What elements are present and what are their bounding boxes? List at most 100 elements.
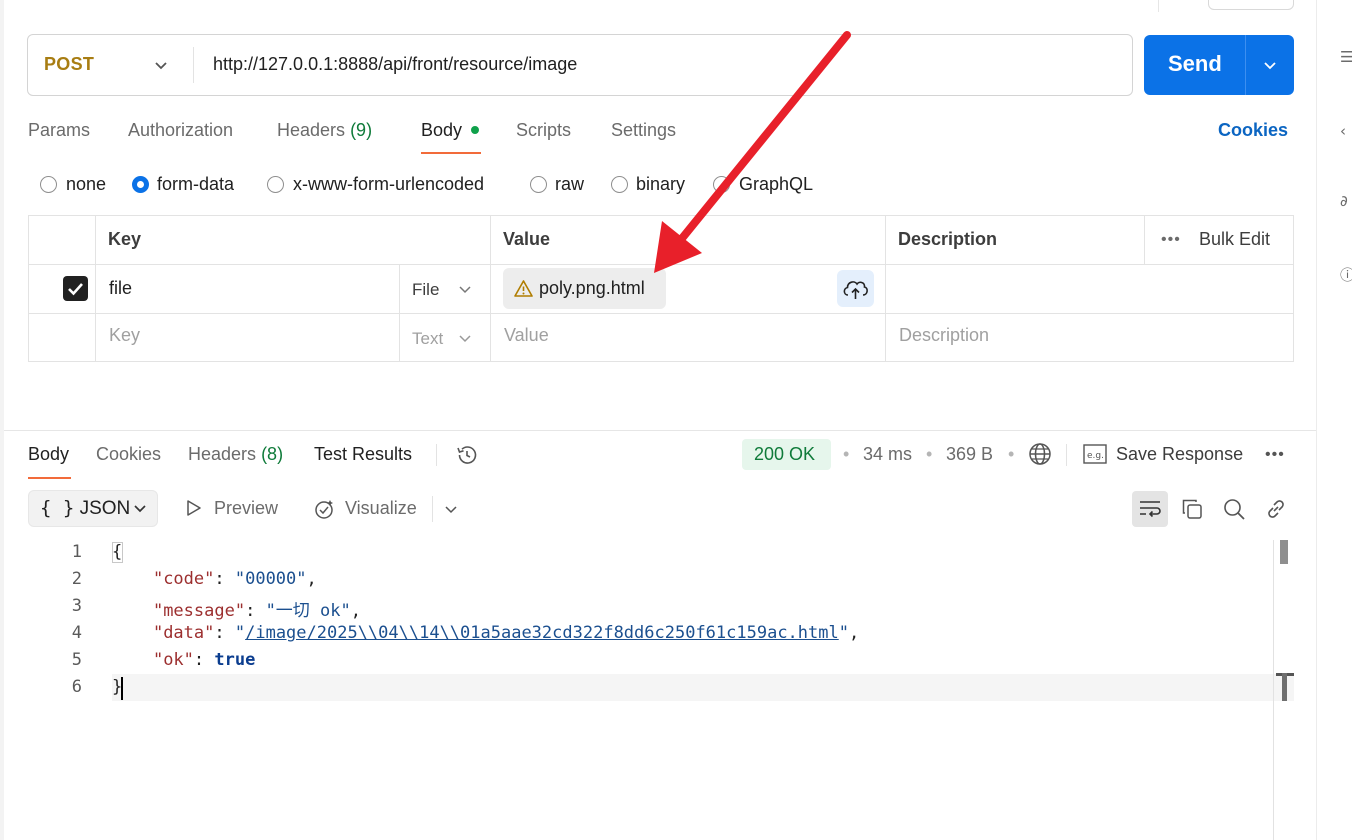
tab-body-underline — [421, 152, 481, 154]
radio-none[interactable] — [40, 176, 57, 193]
table-col-divider — [1144, 215, 1145, 264]
row-enabled-checkbox[interactable] — [63, 276, 88, 301]
toolbar-separator — [432, 496, 433, 522]
code-line[interactable]: "ok": true — [112, 650, 255, 670]
wrap-icon — [1140, 501, 1161, 518]
preview-button[interactable]: Preview — [214, 498, 278, 519]
send-options-chevron-icon[interactable] — [1261, 56, 1279, 74]
tab-headers-label: Headers — [277, 120, 346, 140]
svg-text:e.g.: e.g. — [1087, 451, 1104, 461]
code-snippet-icon[interactable]: ‹ — [1340, 122, 1352, 140]
code-line[interactable]: { — [112, 542, 122, 562]
response-time[interactable]: 34 ms — [863, 444, 912, 465]
pane-divider[interactable] — [4, 430, 1316, 431]
info-icon[interactable]: ⓘ — [1340, 266, 1352, 284]
bulk-edit-button[interactable]: Bulk Edit — [1199, 229, 1270, 250]
format-name: JSON — [79, 498, 131, 519]
line-number: 6 — [71, 677, 82, 697]
response-tab-test-results[interactable]: Test Results — [314, 444, 412, 465]
code-line[interactable]: "data": "/image/2025\\04\\14\\01a5aae32c… — [112, 623, 859, 643]
example-icon[interactable]: e.g. — [1083, 444, 1107, 464]
json-key: "ok" — [152, 650, 194, 670]
cloud-upload-icon — [843, 281, 868, 299]
table-col-divider — [490, 215, 491, 362]
radio-urlencoded[interactable] — [267, 176, 284, 193]
json-brace: { — [112, 542, 123, 562]
copy-icon[interactable] — [1180, 497, 1204, 521]
response-size[interactable]: 369 B — [946, 444, 993, 465]
radio-raw[interactable] — [530, 176, 547, 193]
table-col-divider — [95, 215, 96, 362]
col-header-key: Key — [108, 229, 142, 249]
response-tab-body[interactable]: Body — [28, 444, 69, 465]
tab-params[interactable]: Params — [28, 120, 90, 141]
visualize-button[interactable]: Visualize — [345, 498, 417, 519]
history-icon[interactable] — [455, 443, 479, 467]
response-tab-cookies[interactable]: Cookies — [96, 444, 161, 465]
send-button-label[interactable]: Send — [1168, 51, 1222, 77]
format-select-label[interactable]: { } JSON — [40, 497, 130, 520]
wrap-lines-button[interactable] — [1132, 491, 1168, 527]
response-tab-underline — [28, 477, 71, 479]
new-description-input[interactable]: Description — [899, 325, 989, 346]
chevron-down-icon[interactable] — [443, 501, 459, 517]
row-type-select[interactable]: File — [412, 280, 439, 300]
radio-urlencoded-label[interactable]: x-www-form-urlencoded — [293, 174, 484, 195]
comments-icon[interactable]: ∂ — [1340, 192, 1352, 210]
new-value-input[interactable]: Value — [504, 325, 549, 346]
new-type-select[interactable]: Text — [412, 329, 443, 349]
row-key-input[interactable]: file — [109, 278, 132, 299]
tab-body[interactable]: Body — [421, 120, 462, 141]
bullet-separator: • — [1008, 444, 1015, 464]
code-line[interactable]: "message": "一切 ok", — [112, 596, 361, 621]
radio-none-label[interactable]: none — [66, 174, 106, 195]
new-key-input[interactable]: Key — [109, 325, 140, 346]
chevron-down-icon[interactable] — [457, 330, 473, 346]
line-number: 2 — [71, 569, 82, 589]
url-input[interactable]: http://127.0.0.1:8888/api/front/resource… — [213, 54, 577, 75]
bullet-separator: • — [843, 444, 850, 464]
json-string: "一切 ok" — [265, 601, 351, 621]
tab-scripts[interactable]: Scripts — [516, 120, 571, 141]
save-response-button[interactable]: Save Response — [1116, 444, 1243, 465]
json-string: "00000" — [234, 569, 307, 589]
more-options-icon[interactable]: ••• — [1161, 231, 1181, 249]
col-header-value: Value — [503, 229, 551, 249]
radio-binary[interactable] — [611, 176, 628, 193]
json-key: "code" — [152, 569, 215, 589]
documentation-icon[interactable]: ☰ — [1340, 48, 1352, 66]
file-name: poly.png.html — [539, 278, 645, 298]
radio-form-data[interactable] — [132, 176, 149, 193]
response-tab-headers[interactable]: Headers (8) — [188, 444, 283, 465]
upload-button[interactable] — [837, 270, 874, 307]
json-link[interactable]: /image/2025\\04\\14\\01a5aae32cd322f8dd6… — [245, 623, 839, 643]
tab-headers[interactable]: Headers (9) — [277, 120, 372, 141]
editor-scrollbar[interactable] — [1273, 540, 1274, 840]
more-options-icon[interactable]: ••• — [1265, 446, 1285, 464]
col-header-description: Description — [898, 229, 998, 249]
scrollbar-marker — [1280, 540, 1288, 564]
left-edge — [0, 0, 4, 840]
play-icon[interactable] — [185, 499, 203, 517]
cookies-link[interactable]: Cookies — [1218, 120, 1288, 141]
visualize-icon[interactable] — [312, 497, 336, 521]
radio-raw-label[interactable]: raw — [555, 174, 584, 195]
response-tab-headers-count: (8) — [261, 444, 284, 464]
current-line-highlight — [112, 674, 1294, 701]
response-tab-headers-label: Headers — [188, 444, 257, 464]
method-select[interactable]: POST — [44, 54, 94, 75]
chevron-down-icon[interactable] — [132, 500, 148, 516]
toolbar-separator — [1066, 444, 1067, 466]
tab-separator — [436, 444, 437, 466]
code-line[interactable]: "code": "00000", — [112, 569, 317, 589]
radio-form-data-label[interactable]: form-data — [157, 174, 234, 195]
top-button-fragment[interactable] — [1208, 0, 1294, 10]
line-number: 4 — [71, 623, 82, 643]
tab-headers-count: (9) — [350, 120, 373, 140]
search-icon[interactable] — [1222, 497, 1246, 521]
link-icon[interactable] — [1264, 497, 1288, 521]
tab-authorization[interactable]: Authorization — [128, 120, 233, 141]
chevron-down-icon[interactable] — [152, 56, 170, 74]
chevron-down-icon[interactable] — [457, 281, 473, 297]
globe-icon[interactable] — [1028, 442, 1052, 466]
